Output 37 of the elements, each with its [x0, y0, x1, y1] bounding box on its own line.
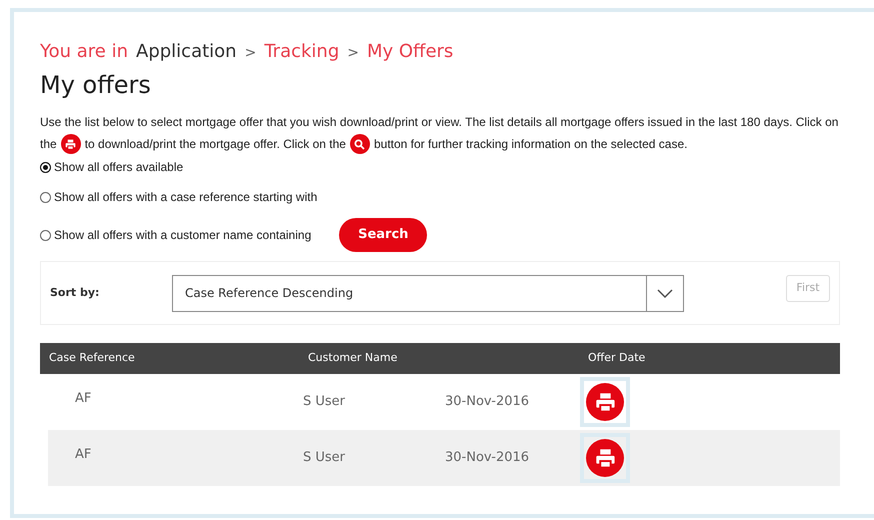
breadcrumb-item: Application: [136, 40, 237, 64]
intro-text: Use the list below to select mortgage offer that you wish download/print or view. The list details all mortgage offers issued in the last 180 days. Click on: [40, 114, 838, 131]
radio-label[interactable]: Show all offers available: [54, 158, 184, 176]
search-button[interactable]: Search: [339, 218, 428, 252]
table-cell-text: S User: [303, 393, 346, 412]
table-cell-text: AF: [74, 390, 92, 408]
print-button[interactable]: [586, 383, 624, 421]
radio-label[interactable]: Show all offers with a customer name containing: [54, 226, 312, 244]
table-cell-text: 30-Nov-2016: [445, 393, 530, 412]
page-title: My offers: [40, 70, 152, 101]
radio-button[interactable]: [40, 192, 51, 202]
intro-text: to download/print the mortgage offer. Click on the: [84, 136, 346, 153]
breadcrumb-prefix: You are in: [40, 40, 128, 64]
breadcrumb-separator: >: [347, 44, 359, 63]
printer-icon: [594, 448, 616, 468]
column-header: Offer Date: [588, 350, 646, 366]
print-icon[interactable]: [60, 134, 81, 154]
radio-button[interactable]: [40, 162, 51, 172]
radio-button[interactable]: [40, 230, 51, 240]
column-header: Case Reference: [48, 350, 136, 366]
table-cell-text: S User: [303, 449, 346, 468]
sort-value: Case Reference Descending: [184, 285, 354, 302]
breadcrumb-item[interactable]: Tracking: [264, 38, 340, 65]
search-icon[interactable]: [350, 134, 370, 154]
radio-label[interactable]: Show all offers with a case reference starting with: [54, 188, 318, 206]
breadcrumb-separator: >: [244, 44, 256, 63]
column-header: Customer Name: [308, 350, 398, 366]
table-cell-text: AF: [74, 446, 92, 464]
breadcrumb-item[interactable]: My Offers: [366, 38, 454, 65]
table-cell-text: 30-Nov-2016: [445, 449, 530, 468]
printer-icon: [594, 392, 616, 412]
intro-text: button for further tracking information on the selected case.: [374, 136, 688, 153]
print-button[interactable]: [586, 439, 624, 477]
sort-label: Sort by:: [50, 284, 100, 301]
chevron-down-icon: [657, 288, 673, 298]
sort-dropdown[interactable]: Case Reference Descending: [172, 274, 684, 312]
intro-text: the: [40, 136, 57, 153]
